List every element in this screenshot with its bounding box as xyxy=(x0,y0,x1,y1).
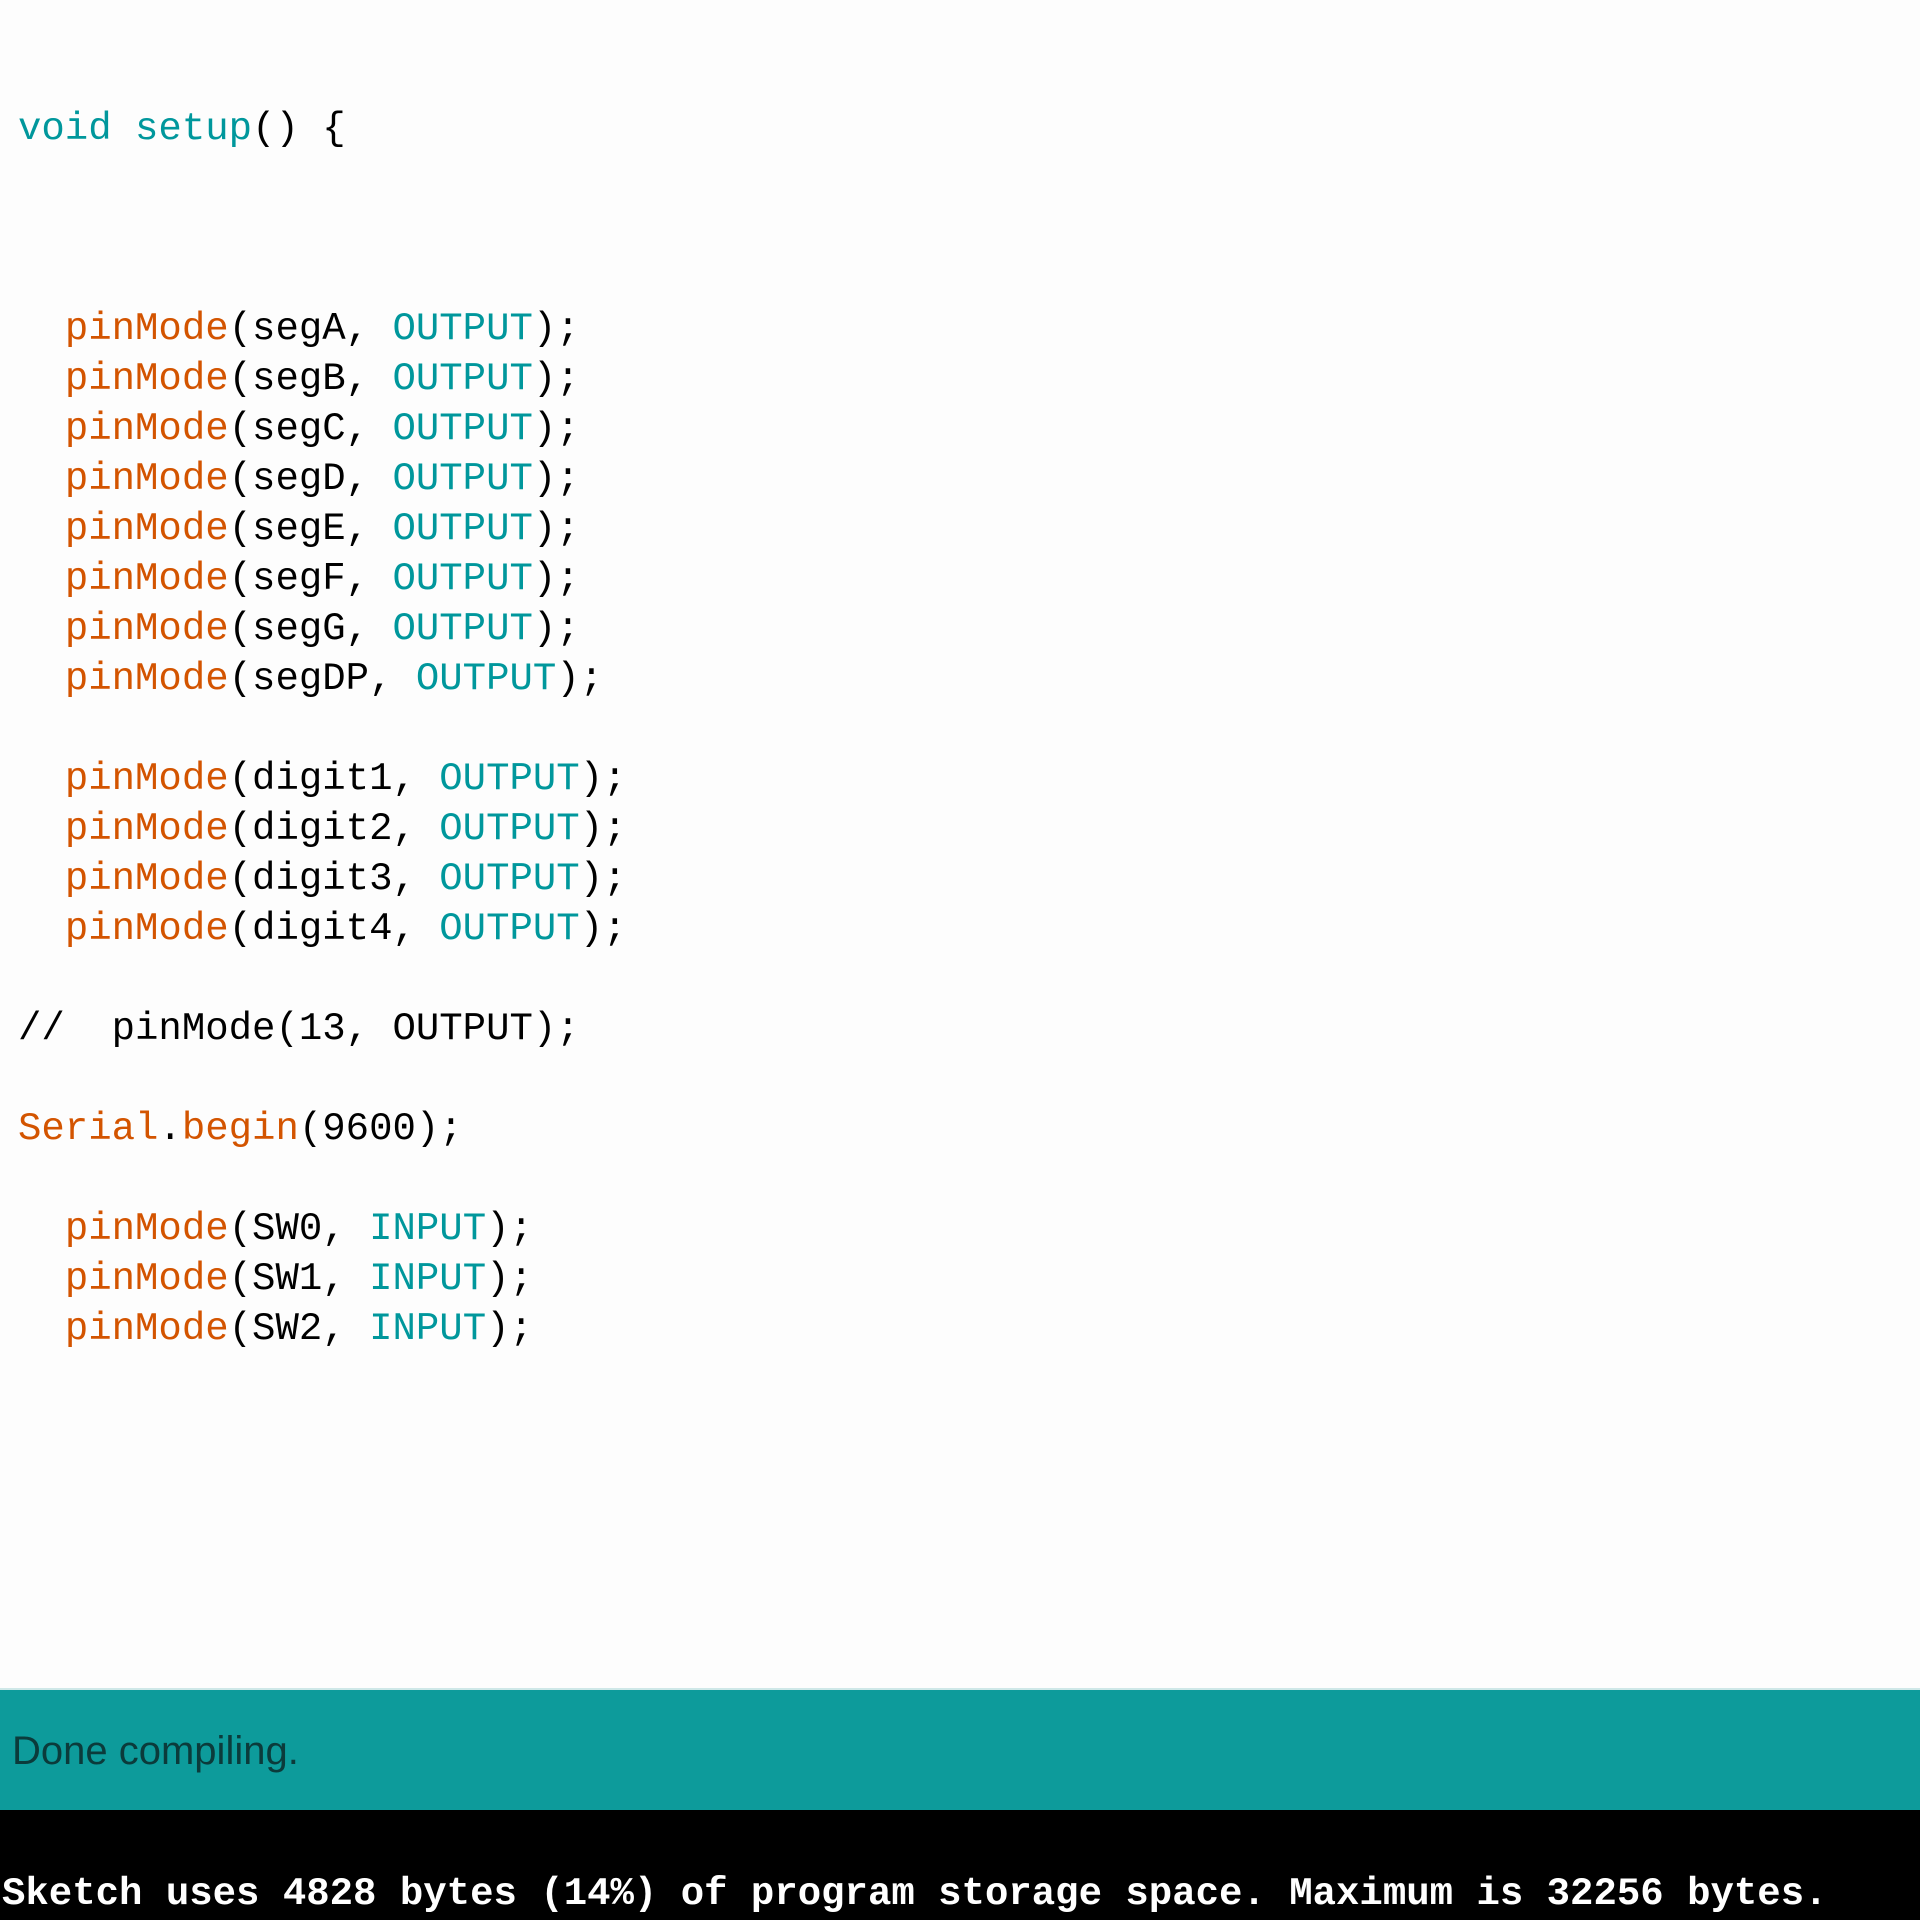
code-line[interactable]: Serial.begin(9600); xyxy=(18,1099,463,1160)
code-line[interactable]: pinMode(digit4, OUTPUT); xyxy=(18,899,627,960)
code-token: () { xyxy=(252,107,346,151)
code-token: ); xyxy=(532,457,580,501)
code-token: pinMode xyxy=(64,507,229,551)
code-token: (segC, xyxy=(228,407,393,451)
status-bar: Done compiling. xyxy=(0,1688,1920,1812)
code-token: pinMode xyxy=(64,307,229,351)
code-token: OUTPUT xyxy=(392,307,533,351)
code-token: (9600); xyxy=(298,1107,463,1151)
code-token: pinMode xyxy=(64,1207,229,1251)
compile-status-message: Done compiling. xyxy=(12,1729,299,1773)
code-token: (segB, xyxy=(228,357,393,401)
code-token: INPUT xyxy=(369,1307,487,1351)
code-token: ); xyxy=(486,1257,533,1301)
code-token: setup xyxy=(135,107,253,151)
code-line[interactable]: pinMode(segDP, OUTPUT); xyxy=(18,649,603,710)
code-line[interactable]: pinMode(SW2, INPUT); xyxy=(18,1299,533,1360)
code-token: ); xyxy=(532,307,580,351)
code-token: ); xyxy=(486,1207,533,1251)
code-token: (digit1, xyxy=(228,757,440,801)
code-token: (segE, xyxy=(228,507,393,551)
output-console[interactable]: Sketch uses 4828 bytes (14%) of program … xyxy=(0,1810,1920,1920)
code-token: ); xyxy=(486,1307,533,1351)
code-token: OUTPUT xyxy=(439,757,580,801)
code-token: void xyxy=(18,107,112,151)
code-token: ); xyxy=(532,607,580,651)
code-token: OUTPUT xyxy=(392,407,533,451)
code-token: (SW2, xyxy=(228,1307,370,1351)
code-token: ); xyxy=(556,657,604,701)
code-token: (segA, xyxy=(228,307,393,351)
code-token: pinMode xyxy=(64,407,229,451)
code-token: OUTPUT xyxy=(439,907,580,951)
console-output-line: Sketch uses 4828 bytes (14%) of program … xyxy=(2,1872,1828,1916)
code-token: pinMode xyxy=(64,1257,229,1301)
code-token: INPUT xyxy=(369,1207,487,1251)
code-token: ); xyxy=(532,407,580,451)
code-token: pinMode xyxy=(64,607,229,651)
code-token: pinMode xyxy=(64,1307,229,1351)
code-token: (digit2, xyxy=(228,807,440,851)
code-token: pinMode xyxy=(64,557,229,601)
code-token: OUTPUT xyxy=(392,557,533,601)
code-token: pinMode xyxy=(64,807,229,851)
code-token: . xyxy=(158,1107,182,1151)
code-token: OUTPUT xyxy=(392,357,533,401)
code-token: INPUT xyxy=(369,1257,487,1301)
code-token: ); xyxy=(579,907,627,951)
code-token: pinMode xyxy=(64,907,229,951)
code-token: pinMode xyxy=(64,457,229,501)
code-token: pinMode xyxy=(64,757,229,801)
code-token: (digit4, xyxy=(228,907,440,951)
code-token: OUTPUT xyxy=(439,807,580,851)
code-token: OUTPUT xyxy=(392,457,533,501)
code-line[interactable]: void setup() { xyxy=(18,99,346,160)
code-token: ); xyxy=(579,757,627,801)
code-token: (digit3, xyxy=(228,857,440,901)
code-token: Serial xyxy=(18,1107,159,1151)
code-token: // pinMode(13, OUTPUT); xyxy=(18,1007,580,1051)
code-token: begin xyxy=(181,1107,299,1151)
code-token: (segD, xyxy=(228,457,393,501)
code-token: OUTPUT xyxy=(415,657,557,701)
code-token: (SW0, xyxy=(228,1207,370,1251)
code-token: (segF, xyxy=(228,557,393,601)
code-line[interactable]: // pinMode(13, OUTPUT); xyxy=(18,999,580,1060)
code-token: pinMode xyxy=(64,657,229,701)
code-token: OUTPUT xyxy=(392,507,533,551)
code-token: OUTPUT xyxy=(439,857,580,901)
code-token: (segDP, xyxy=(228,657,416,701)
code-token: ); xyxy=(532,557,580,601)
code-token: pinMode xyxy=(64,357,229,401)
code-token: ); xyxy=(532,357,580,401)
code-token: ); xyxy=(532,507,580,551)
code-token: ); xyxy=(579,807,627,851)
code-token: (SW1, xyxy=(228,1257,370,1301)
code-token: (segG, xyxy=(228,607,393,651)
code-token: ); xyxy=(579,857,627,901)
code-token: pinMode xyxy=(64,857,229,901)
code-token: OUTPUT xyxy=(392,607,533,651)
code-editor[interactable]: void setup() { pinMode(segA, OUTPUT); pi… xyxy=(0,0,1920,1688)
